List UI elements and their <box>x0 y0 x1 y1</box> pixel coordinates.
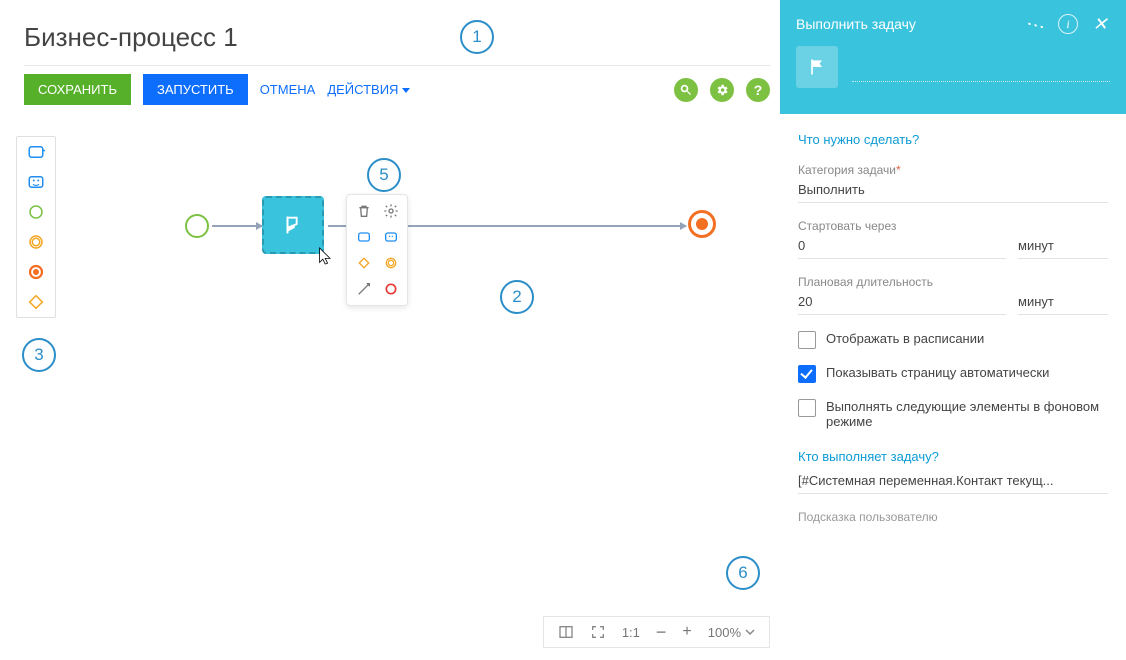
callout-5: 5 <box>367 158 401 192</box>
inter-event-icon[interactable] <box>382 255 399 271</box>
palette-end-event-icon[interactable] <box>27 263 45 281</box>
category-label: Категория задачи* <box>798 163 1108 177</box>
search-icon[interactable] <box>674 78 698 102</box>
task-name-input[interactable] <box>852 52 1110 82</box>
run-button[interactable]: ЗАПУСТИТЬ <box>143 74 248 105</box>
task-type-flag-icon[interactable] <box>796 46 838 88</box>
section-performer[interactable]: Кто выполняет задачу? <box>798 449 1108 464</box>
panel-header: Выполнить задачу ⋮ i ✕ <box>780 0 1126 114</box>
category-input[interactable]: Выполнить <box>798 177 1108 203</box>
delete-icon[interactable] <box>355 203 372 219</box>
end-event-icon[interactable] <box>382 281 399 297</box>
node-context-menu <box>346 194 408 306</box>
start-event-node[interactable] <box>185 214 209 238</box>
properties-panel: Выполнить задачу ⋮ i ✕ Что нужно сделать… <box>780 0 1126 660</box>
duration-input[interactable]: 20 <box>798 289 1006 315</box>
checkbox-show-in-schedule[interactable] <box>798 331 816 349</box>
performer-input[interactable]: [#Системная переменная.Контакт текущ... <box>798 468 1108 494</box>
callout-1: 1 <box>460 20 494 54</box>
palette-subprocess-icon[interactable] <box>27 173 45 191</box>
zoom-out-icon[interactable]: − <box>656 622 667 643</box>
zoom-toolbar: 1:1 − + 100% <box>543 616 770 648</box>
section-hint[interactable]: Подсказка пользователю <box>798 510 1108 524</box>
actions-dropdown[interactable]: ДЕЙСТВИЯ <box>327 82 410 97</box>
checkbox-background-mode[interactable] <box>798 399 816 417</box>
checkbox-show-in-schedule-label: Отображать в расписании <box>826 331 984 346</box>
checkbox-background-mode-label: Выполнять следующие элементы в фоновом р… <box>826 399 1108 429</box>
help-icon[interactable]: ? <box>746 78 770 102</box>
zoom-in-icon[interactable]: + <box>682 623 691 641</box>
sequence-flow[interactable] <box>212 225 262 227</box>
callout-2: 2 <box>500 280 534 314</box>
subprocess-icon[interactable] <box>382 229 399 245</box>
gateway-icon[interactable] <box>355 255 372 271</box>
toolbar: СОХРАНИТЬ ЗАПУСТИТЬ ОТМЕНА ДЕЙСТВИЯ ? <box>24 74 770 105</box>
checkbox-show-page-auto-label: Показывать страницу автоматически <box>826 365 1049 380</box>
palette-inter-event-icon[interactable] <box>27 233 45 251</box>
zoom-level-value: 100% <box>708 625 741 640</box>
callout-3: 3 <box>22 338 56 372</box>
user-task-node[interactable] <box>262 196 324 254</box>
callout-6: 6 <box>726 556 760 590</box>
end-event-node[interactable] <box>688 210 716 238</box>
close-icon[interactable]: ✕ <box>1090 14 1110 34</box>
flow-icon[interactable] <box>355 281 372 297</box>
zoom-actual[interactable]: 1:1 <box>622 625 640 640</box>
duration-label: Плановая длительность <box>798 275 1108 289</box>
section-what-to-do[interactable]: Что нужно сделать? <box>798 132 1108 147</box>
checkbox-show-page-auto[interactable] <box>798 365 816 383</box>
cursor-icon <box>318 246 334 266</box>
duration-unit[interactable]: минут <box>1018 289 1108 315</box>
zoom-level[interactable]: 100% <box>708 625 755 640</box>
fit-screen-icon[interactable] <box>590 624 606 640</box>
more-icon[interactable]: ⋮ <box>1026 14 1046 34</box>
palette-gateway-icon[interactable] <box>27 293 45 311</box>
start-in-unit[interactable]: минут <box>1018 233 1108 259</box>
gear-icon[interactable] <box>710 78 734 102</box>
process-canvas[interactable] <box>70 136 770 610</box>
save-button[interactable]: СОХРАНИТЬ <box>24 74 131 105</box>
element-palette <box>16 136 56 318</box>
panel-title: Выполнить задачу <box>796 16 916 32</box>
task-icon[interactable] <box>355 229 372 245</box>
layout-columns-icon[interactable] <box>558 624 574 640</box>
gear-icon[interactable] <box>382 203 399 219</box>
palette-task-icon[interactable] <box>27 143 45 161</box>
cancel-link[interactable]: ОТМЕНА <box>260 82 316 97</box>
start-in-label: Стартовать через <box>798 219 1108 233</box>
info-icon[interactable]: i <box>1058 14 1078 34</box>
palette-start-event-icon[interactable] <box>27 203 45 221</box>
start-in-input[interactable]: 0 <box>798 233 1006 259</box>
page-title[interactable]: Бизнес-процесс 1 <box>24 22 770 53</box>
